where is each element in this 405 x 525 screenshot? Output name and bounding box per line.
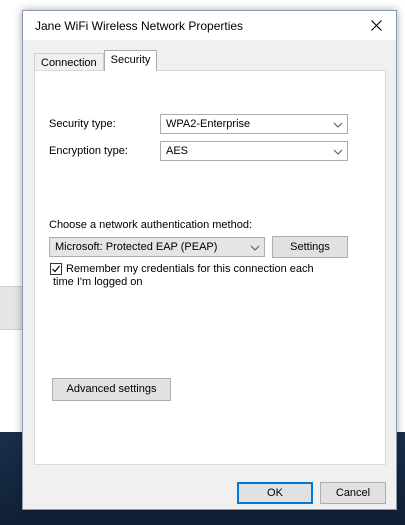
advanced-settings-button[interactable]: Advanced settings	[52, 378, 171, 401]
close-icon	[370, 20, 382, 31]
network-properties-dialog: Jane WiFi Wireless Network Properties Co…	[22, 10, 397, 510]
ok-button[interactable]: OK	[237, 482, 313, 504]
close-button[interactable]	[356, 11, 396, 40]
remember-credentials-checkbox[interactable]	[50, 263, 62, 275]
checkmark-icon	[52, 265, 60, 273]
auth-method-select[interactable]: Microsoft: Protected EAP (PEAP)	[49, 237, 265, 257]
auth-method-value: Microsoft: Protected EAP (PEAP)	[55, 241, 218, 253]
encryption-type-select[interactable]: AES	[160, 141, 348, 161]
security-type-select[interactable]: WPA2-Enterprise	[160, 114, 348, 134]
remember-credentials-label-line2: time I'm logged on	[53, 276, 143, 288]
cancel-button[interactable]: Cancel	[320, 482, 386, 504]
security-type-value: WPA2-Enterprise	[166, 118, 251, 130]
tab-strip: Connection Security	[34, 50, 158, 71]
security-panel: Security type: WPA2-Enterprise Encryptio…	[34, 70, 386, 465]
chevron-down-icon	[250, 245, 260, 251]
encryption-type-label: Encryption type:	[49, 145, 128, 157]
chevron-down-icon	[333, 149, 343, 155]
security-type-label: Security type:	[49, 118, 116, 130]
tab-security[interactable]: Security	[103, 50, 158, 71]
tab-connection[interactable]: Connection	[34, 53, 104, 71]
remember-credentials-label-line1: Remember my credentials for this connect…	[66, 263, 314, 275]
settings-button[interactable]: Settings	[272, 236, 348, 258]
title-bar: Jane WiFi Wireless Network Properties	[23, 11, 396, 40]
encryption-type-value: AES	[166, 145, 189, 157]
chevron-down-icon	[333, 122, 343, 128]
dialog-title: Jane WiFi Wireless Network Properties	[35, 19, 244, 33]
auth-method-label: Choose a network authentication method:	[49, 219, 253, 231]
